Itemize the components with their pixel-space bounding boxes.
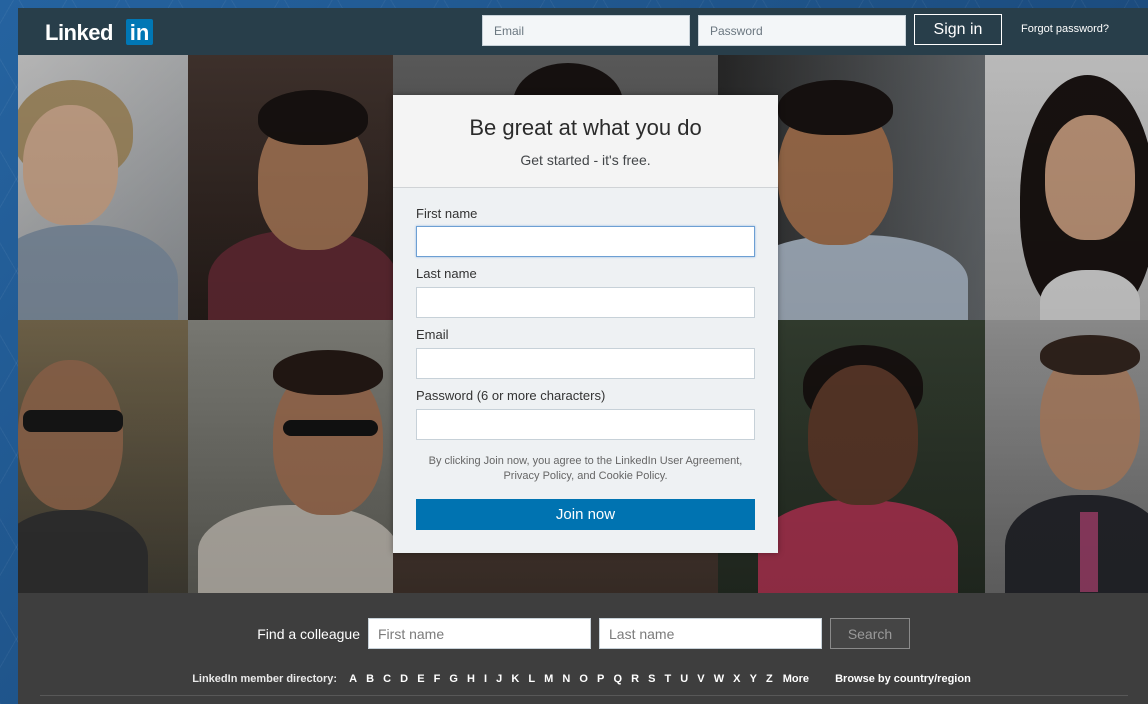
directory-letter-p[interactable]: P <box>597 673 604 685</box>
logo-word: Linked <box>45 20 113 45</box>
footer: Find a colleague Search LinkedIn member … <box>18 593 1148 704</box>
first-name-field[interactable] <box>416 226 755 257</box>
page: Linked in Sign in Forgot password? <box>18 8 1148 704</box>
first-name-label: First name <box>416 206 478 221</box>
directory-letter-f[interactable]: F <box>434 673 441 685</box>
directory-letter-m[interactable]: M <box>544 673 553 685</box>
legal-notice: By clicking Join now, you agree to the L… <box>393 454 778 484</box>
last-name-field[interactable] <box>416 287 755 318</box>
directory-label: LinkedIn member directory: <box>192 673 338 685</box>
directory-letter-s[interactable]: S <box>648 673 655 685</box>
legal-line-1: By clicking Join now, you agree to the L… <box>428 455 743 467</box>
colleague-first-name-input[interactable] <box>368 618 591 649</box>
email-field[interactable] <box>416 348 755 379</box>
directory-letter-j[interactable]: J <box>496 673 502 685</box>
signup-card-header: Be great at what you do Get started - it… <box>393 95 778 188</box>
signup-title: Be great at what you do <box>469 115 702 140</box>
footer-divider <box>40 695 1128 696</box>
directory-letter-x[interactable]: X <box>733 673 740 685</box>
directory-letter-w[interactable]: W <box>714 673 724 685</box>
directory-letter-c[interactable]: C <box>383 673 391 685</box>
password-field[interactable] <box>416 409 755 440</box>
directory-letter-b[interactable]: B <box>366 673 374 685</box>
directory-letter-q[interactable]: Q <box>613 673 622 685</box>
member-directory: LinkedIn member directory: A B C D E F G… <box>18 673 1148 685</box>
search-button[interactable]: Search <box>830 618 910 649</box>
header-email-input[interactable] <box>482 15 690 46</box>
directory-letter-g[interactable]: G <box>449 673 458 685</box>
find-colleague-label: Find a colleague <box>257 626 360 642</box>
logo-badge: in <box>126 19 153 45</box>
last-name-label: Last name <box>416 266 477 281</box>
directory-letter-u[interactable]: U <box>680 673 688 685</box>
forgot-password-link[interactable]: Forgot password? <box>1021 23 1109 35</box>
directory-letter-e[interactable]: E <box>417 673 424 685</box>
top-header: Linked in Sign in Forgot password? <box>18 8 1148 55</box>
browse-by-country-link[interactable]: Browse by country/region <box>835 673 971 685</box>
signup-subtitle: Get started - it's free. <box>520 152 651 168</box>
directory-letter-l[interactable]: L <box>528 673 535 685</box>
join-now-button[interactable]: Join now <box>416 499 755 530</box>
directory-more-link[interactable]: More <box>783 673 809 685</box>
email-label: Email <box>416 327 449 342</box>
colleague-last-name-input[interactable] <box>599 618 822 649</box>
sign-in-button[interactable]: Sign in <box>914 14 1002 45</box>
directory-letter-r[interactable]: R <box>631 673 639 685</box>
directory-letter-k[interactable]: K <box>511 673 519 685</box>
signup-card: Be great at what you do Get started - it… <box>393 95 778 553</box>
directory-letter-y[interactable]: Y <box>750 673 757 685</box>
password-label: Password (6 or more characters) <box>416 388 606 403</box>
directory-letter-t[interactable]: T <box>664 673 671 685</box>
directory-letter-h[interactable]: H <box>467 673 475 685</box>
header-password-input[interactable] <box>698 15 906 46</box>
directory-letter-a[interactable]: A <box>349 673 357 685</box>
directory-letter-v[interactable]: V <box>697 673 704 685</box>
legal-line-2: Privacy Policy, and Cookie Policy. <box>503 470 668 482</box>
directory-letter-d[interactable]: D <box>400 673 408 685</box>
directory-letter-o[interactable]: O <box>579 673 588 685</box>
directory-letter-n[interactable]: N <box>562 673 570 685</box>
directory-letter-i[interactable]: I <box>484 673 487 685</box>
directory-letter-z[interactable]: Z <box>766 673 773 685</box>
